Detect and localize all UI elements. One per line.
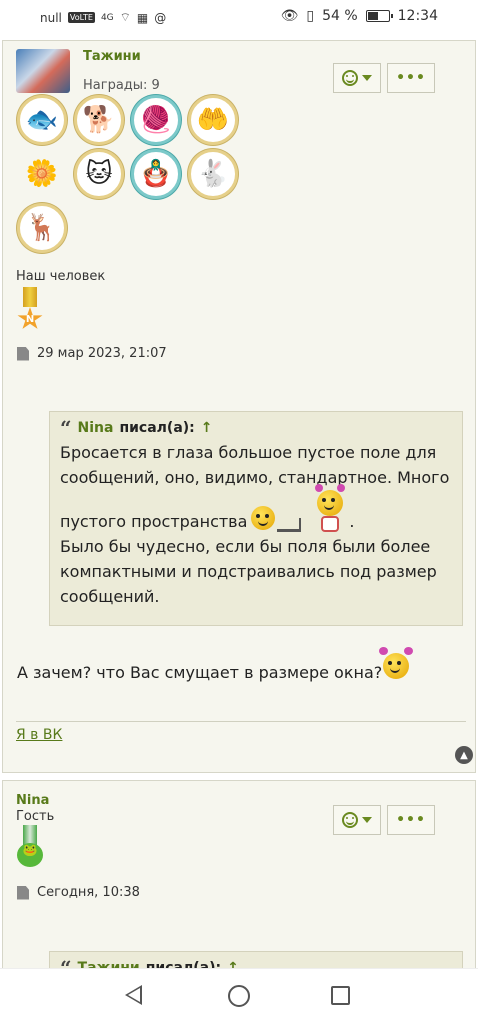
quote-line-2: пустого пространства: [60, 512, 248, 531]
scottie-dog-badge-icon[interactable]: 🐕: [74, 95, 124, 145]
nfc-icon: ▦: [136, 10, 149, 25]
document-icon: [17, 346, 29, 361]
post-date-text: Сегодня, 10:38: [37, 885, 140, 900]
post-date-text: 29 мар 2023, 21:07: [37, 346, 167, 361]
quote-header: “ Nina писал(а): ↑: [60, 416, 452, 440]
signature-link[interactable]: Я в ВК: [16, 727, 62, 743]
back-icon[interactable]: [125, 985, 142, 1005]
smiley-icon: [342, 70, 358, 86]
eye-icon: 👁: [280, 8, 299, 24]
arrow-up-circle-icon[interactable]: ▲: [455, 746, 473, 764]
wifi-icon: ⌔: [119, 10, 131, 24]
home-icon[interactable]: [228, 985, 250, 1007]
post-author[interactable]: Nina: [16, 793, 49, 808]
post-date: 29 мар 2023, 21:07: [17, 346, 167, 361]
signature-divider: [16, 721, 466, 722]
girl-smiley-icon: [373, 645, 417, 685]
quote-line-2-tail: .: [349, 512, 355, 531]
quote-icon: “: [60, 416, 72, 440]
smiley-icon: [342, 812, 358, 828]
deer-badge-icon[interactable]: 🦌: [17, 203, 67, 253]
more-button[interactable]: •••: [387, 805, 435, 835]
post: Тажини Награды: 9 ••• 🐟 🐕 🧶 🤲 🌼 🐱 🪆 🐇 🦌 …: [2, 40, 476, 773]
at-icon: @: [154, 10, 167, 25]
quote-line-3: Было бы чудесно, если бы поля были более…: [60, 537, 437, 606]
hands-badge-icon[interactable]: 🤲: [188, 95, 238, 145]
clock: 12:34: [397, 8, 438, 24]
awards-label: Награды: 9: [83, 78, 160, 93]
quote-jump-arrow[interactable]: ↑: [201, 420, 213, 436]
signal-icon: 4G: [100, 12, 114, 23]
medal-letter: N: [17, 307, 43, 329]
system-nav-bar: [0, 968, 478, 1024]
post-author[interactable]: Тажини: [83, 49, 141, 64]
status-right: 👁 ▯ 54 % 12:34: [281, 8, 438, 24]
girl-smiley-icon: [309, 484, 349, 534]
rabbit-badge-icon[interactable]: 🐇: [188, 149, 238, 199]
status-bar: null VoLTE 4G ⌔ ▦ @ 👁 ▯ 54 % 12:34: [0, 0, 478, 36]
laptop-smiley-icon: [247, 504, 303, 534]
frog-icon: 🐸: [17, 843, 43, 867]
reaction-button[interactable]: [333, 63, 381, 93]
chevron-down-icon: [362, 817, 372, 823]
chevron-down-icon: [362, 75, 372, 81]
user-rank: Наш человек: [16, 269, 106, 284]
battery-percent: 54 %: [322, 8, 358, 24]
fish-badge-icon[interactable]: 🐟: [17, 95, 67, 145]
document-icon: [17, 885, 29, 900]
post: Nina Гость 🐸 ••• Сегодня, 10:38 “ Тажини…: [2, 780, 476, 991]
ellipsis-icon: •••: [396, 70, 426, 86]
flower-smiley-badge-icon[interactable]: 🌼: [17, 149, 67, 199]
quote-author[interactable]: Nina: [78, 420, 114, 436]
post-text: А зачем? что Вас смущает в размере окна?: [17, 663, 383, 682]
rank-medal-icon: N: [17, 287, 43, 331]
user-rank: Гость: [16, 809, 55, 824]
rank-medal-icon: 🐸: [17, 825, 43, 869]
vibrate-icon: ▯: [306, 8, 315, 24]
avatar[interactable]: [16, 49, 70, 93]
battery-icon: [365, 10, 393, 22]
reaction-button[interactable]: [333, 805, 381, 835]
ellipsis-icon: •••: [396, 812, 426, 828]
quote-said: писал(а):: [119, 420, 195, 436]
recent-apps-icon[interactable]: [331, 986, 350, 1005]
yarn-ball-badge-icon[interactable]: 🧶: [131, 95, 181, 145]
matryoshka-badge-icon[interactable]: 🪆: [131, 149, 181, 199]
volte-icon: VoLTE: [67, 12, 95, 23]
quote-line-1: Бросается в глаза большое пустое поле дл…: [60, 443, 450, 487]
carrier-label: null: [40, 10, 62, 25]
post-date: Сегодня, 10:38: [17, 885, 140, 900]
kitten-badge-icon[interactable]: 🐱: [74, 149, 124, 199]
quote-body: Бросается в глаза большое пустое поле дл…: [60, 440, 452, 609]
quote-block: “ Nina писал(а): ↑ Бросается в глаза бол…: [49, 411, 463, 626]
more-button[interactable]: •••: [387, 63, 435, 93]
status-left: null VoLTE 4G ⌔ ▦ @: [40, 10, 166, 25]
